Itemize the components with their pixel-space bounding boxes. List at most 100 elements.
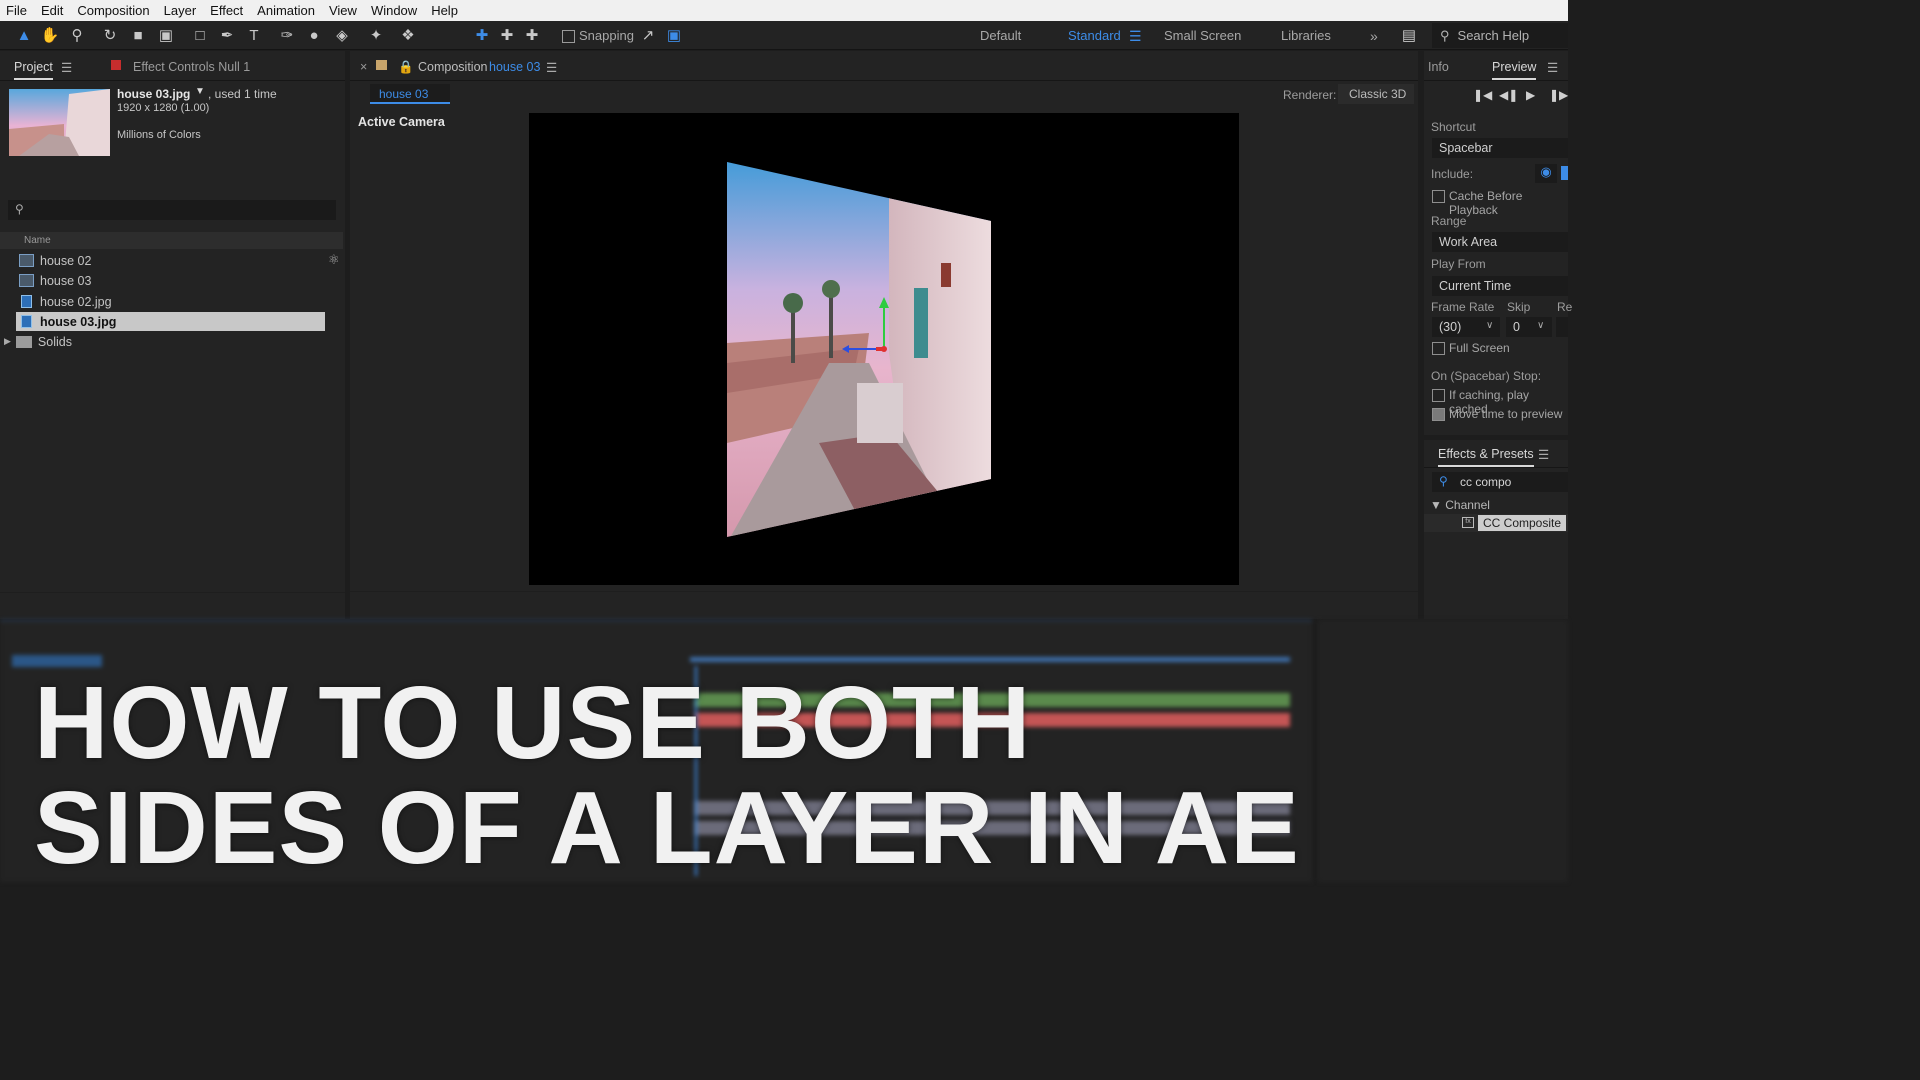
first-frame-icon[interactable]: ❚◀ [1473,88,1492,102]
tab-composition-name[interactable]: house 03 [489,60,540,74]
project-search-input[interactable]: ⚲ [8,200,336,220]
workspace-panel-icon[interactable]: ▤ [1398,25,1420,45]
category-label: Channel [1445,498,1490,512]
composition-icon [19,274,34,287]
skip-dropdown[interactable]: 0 [1506,317,1552,337]
effect-row[interactable]: fx CC Composite [1424,514,1568,532]
list-item-selected[interactable]: house 03.jpg [16,312,325,331]
list-item[interactable]: house 02 [16,251,325,270]
menu-window[interactable]: Window [365,3,425,18]
project-footer [0,592,345,618]
renderer-dropdown[interactable]: Classic 3D [1338,84,1414,104]
view-label: Active Camera [358,115,445,129]
view-axis-mode-icon[interactable]: ✚ [522,25,542,45]
menu-layer[interactable]: Layer [158,3,205,18]
menu-effect[interactable]: Effect [204,3,251,18]
world-axis-mode-icon[interactable]: ✚ [497,25,517,45]
list-item[interactable]: ▶ Solids [4,332,313,351]
local-axis-mode-icon[interactable]: ✚ [472,25,492,45]
rotation-tool-icon[interactable]: ↻ [100,25,120,45]
list-item-label: house 02.jpg [40,294,112,309]
project-list-header[interactable]: Name [0,232,343,249]
workspace-menu-icon[interactable]: ☰ [1129,28,1142,45]
pan-behind-tool-icon[interactable]: ▣ [156,25,176,45]
range-dropdown[interactable]: Work Area [1432,232,1568,252]
panel-menu-icon[interactable]: ☰ [1547,60,1558,75]
tab-project[interactable]: Project [14,60,53,80]
type-tool-icon[interactable]: T [244,25,264,45]
workspace-standard[interactable]: Standard [1068,28,1121,43]
tab-effect-controls[interactable]: Effect Controls Null 1 [133,60,250,74]
chevron-down-icon[interactable]: ∨ [1486,320,1493,331]
expand-arrow-icon: ▼ [1430,498,1442,512]
tab-info[interactable]: Info [1428,60,1449,74]
search-icon: ⚲ [15,202,24,216]
lock-icon[interactable]: 🔒 [398,60,414,75]
composition-viewer[interactable] [529,113,1239,585]
search-help-field[interactable]: ⚲ Search Help [1432,23,1568,48]
workspace-libraries[interactable]: Libraries [1281,28,1331,43]
shortcut-dropdown[interactable]: Spacebar [1432,138,1568,158]
search-icon: ⚲ [1440,27,1450,43]
eraser-tool-icon[interactable]: ◈ [332,25,352,45]
menu-animation[interactable]: Animation [251,3,323,18]
asset-name: house 03.jpg [117,87,191,101]
brush-tool-icon[interactable]: ✑ [277,25,297,45]
if-caching-checkbox[interactable] [1432,389,1445,402]
flowchart-icon[interactable]: ⚛ [328,252,340,268]
snap-features-icon[interactable]: ▣ [664,25,684,45]
close-tab-icon[interactable]: × [360,60,367,74]
play-icon[interactable]: ▶ [1526,88,1535,102]
menu-edit[interactable]: Edit [35,3,71,18]
tab-effects-presets[interactable]: Effects & Presets [1438,447,1534,467]
chevron-down-icon[interactable]: ∨ [1537,320,1544,331]
work-area-bar[interactable] [690,657,1290,662]
rectangle-tool-icon[interactable]: □ [190,25,210,45]
category-channel[interactable]: ▼ Channel [1430,498,1490,512]
on-stop-label: On (Spacebar) Stop: [1431,369,1542,383]
image-file-icon [21,315,32,328]
expand-arrow-icon[interactable]: ▶ [4,336,11,347]
puppet-pin-tool-icon[interactable]: ❖ [398,25,418,45]
asset-dropdown-icon[interactable]: ▼ [195,86,205,97]
previous-frame-icon[interactable]: ◀❚ [1499,88,1518,102]
zoom-tool-icon[interactable]: ⚲ [67,25,87,45]
clone-stamp-tool-icon[interactable]: ● [304,25,324,45]
selection-tool-icon[interactable]: ▲ [14,25,34,45]
effects-search-input[interactable]: ⚲ cc compo [1432,472,1568,492]
full-screen-checkbox[interactable] [1432,342,1445,355]
include-audio-icon[interactable] [1561,166,1568,180]
list-item[interactable]: house 03 [16,271,325,290]
panel-menu-icon[interactable]: ☰ [1538,447,1549,462]
anchor-point-icon[interactable] [881,346,887,352]
menu-composition[interactable]: Composition [71,3,157,18]
snapping-checkbox[interactable] [562,30,575,43]
pen-tool-icon[interactable]: ✒ [217,25,237,45]
resolution-dropdown[interactable] [1556,317,1568,337]
menu-help[interactable]: Help [425,3,466,18]
tools-toolbar: ▲ ✋ ⚲ ↻ ■ ▣ □ ✒ T ✑ ● ◈ ✦ ❖ ✚ ✚ ✚ Snappi… [0,21,1568,50]
snap-edges-icon[interactable]: ↗ [638,25,658,45]
next-frame-icon[interactable]: ❚▶ [1549,88,1568,102]
workspace-small-screen[interactable]: Small Screen [1164,28,1241,43]
resolution-label: Re [1557,300,1573,314]
play-from-label: Play From [1431,257,1486,271]
more-workspaces-icon[interactable]: » [1370,28,1378,44]
move-time-checkbox[interactable] [1432,408,1445,421]
menu-file[interactable]: File [0,3,35,18]
list-item[interactable]: house 02.jpg [16,292,325,311]
range-label: Range [1431,214,1467,228]
panel-menu-icon[interactable]: ☰ [546,60,557,75]
list-item-label: house 03 [40,273,92,288]
panel-menu-icon[interactable]: ☰ [61,60,72,75]
tab-preview[interactable]: Preview [1492,60,1537,80]
menu-view[interactable]: View [323,3,365,18]
composition-subtab[interactable]: house 03 [370,84,450,104]
play-from-dropdown[interactable]: Current Time [1432,276,1568,296]
hand-tool-icon[interactable]: ✋ [40,25,60,45]
cache-before-checkbox[interactable] [1432,190,1445,203]
camera-tool-icon[interactable]: ■ [128,25,148,45]
roto-brush-tool-icon[interactable]: ✦ [366,25,386,45]
include-video-icon[interactable]: ◉ [1535,164,1557,183]
workspace-default[interactable]: Default [980,28,1021,43]
